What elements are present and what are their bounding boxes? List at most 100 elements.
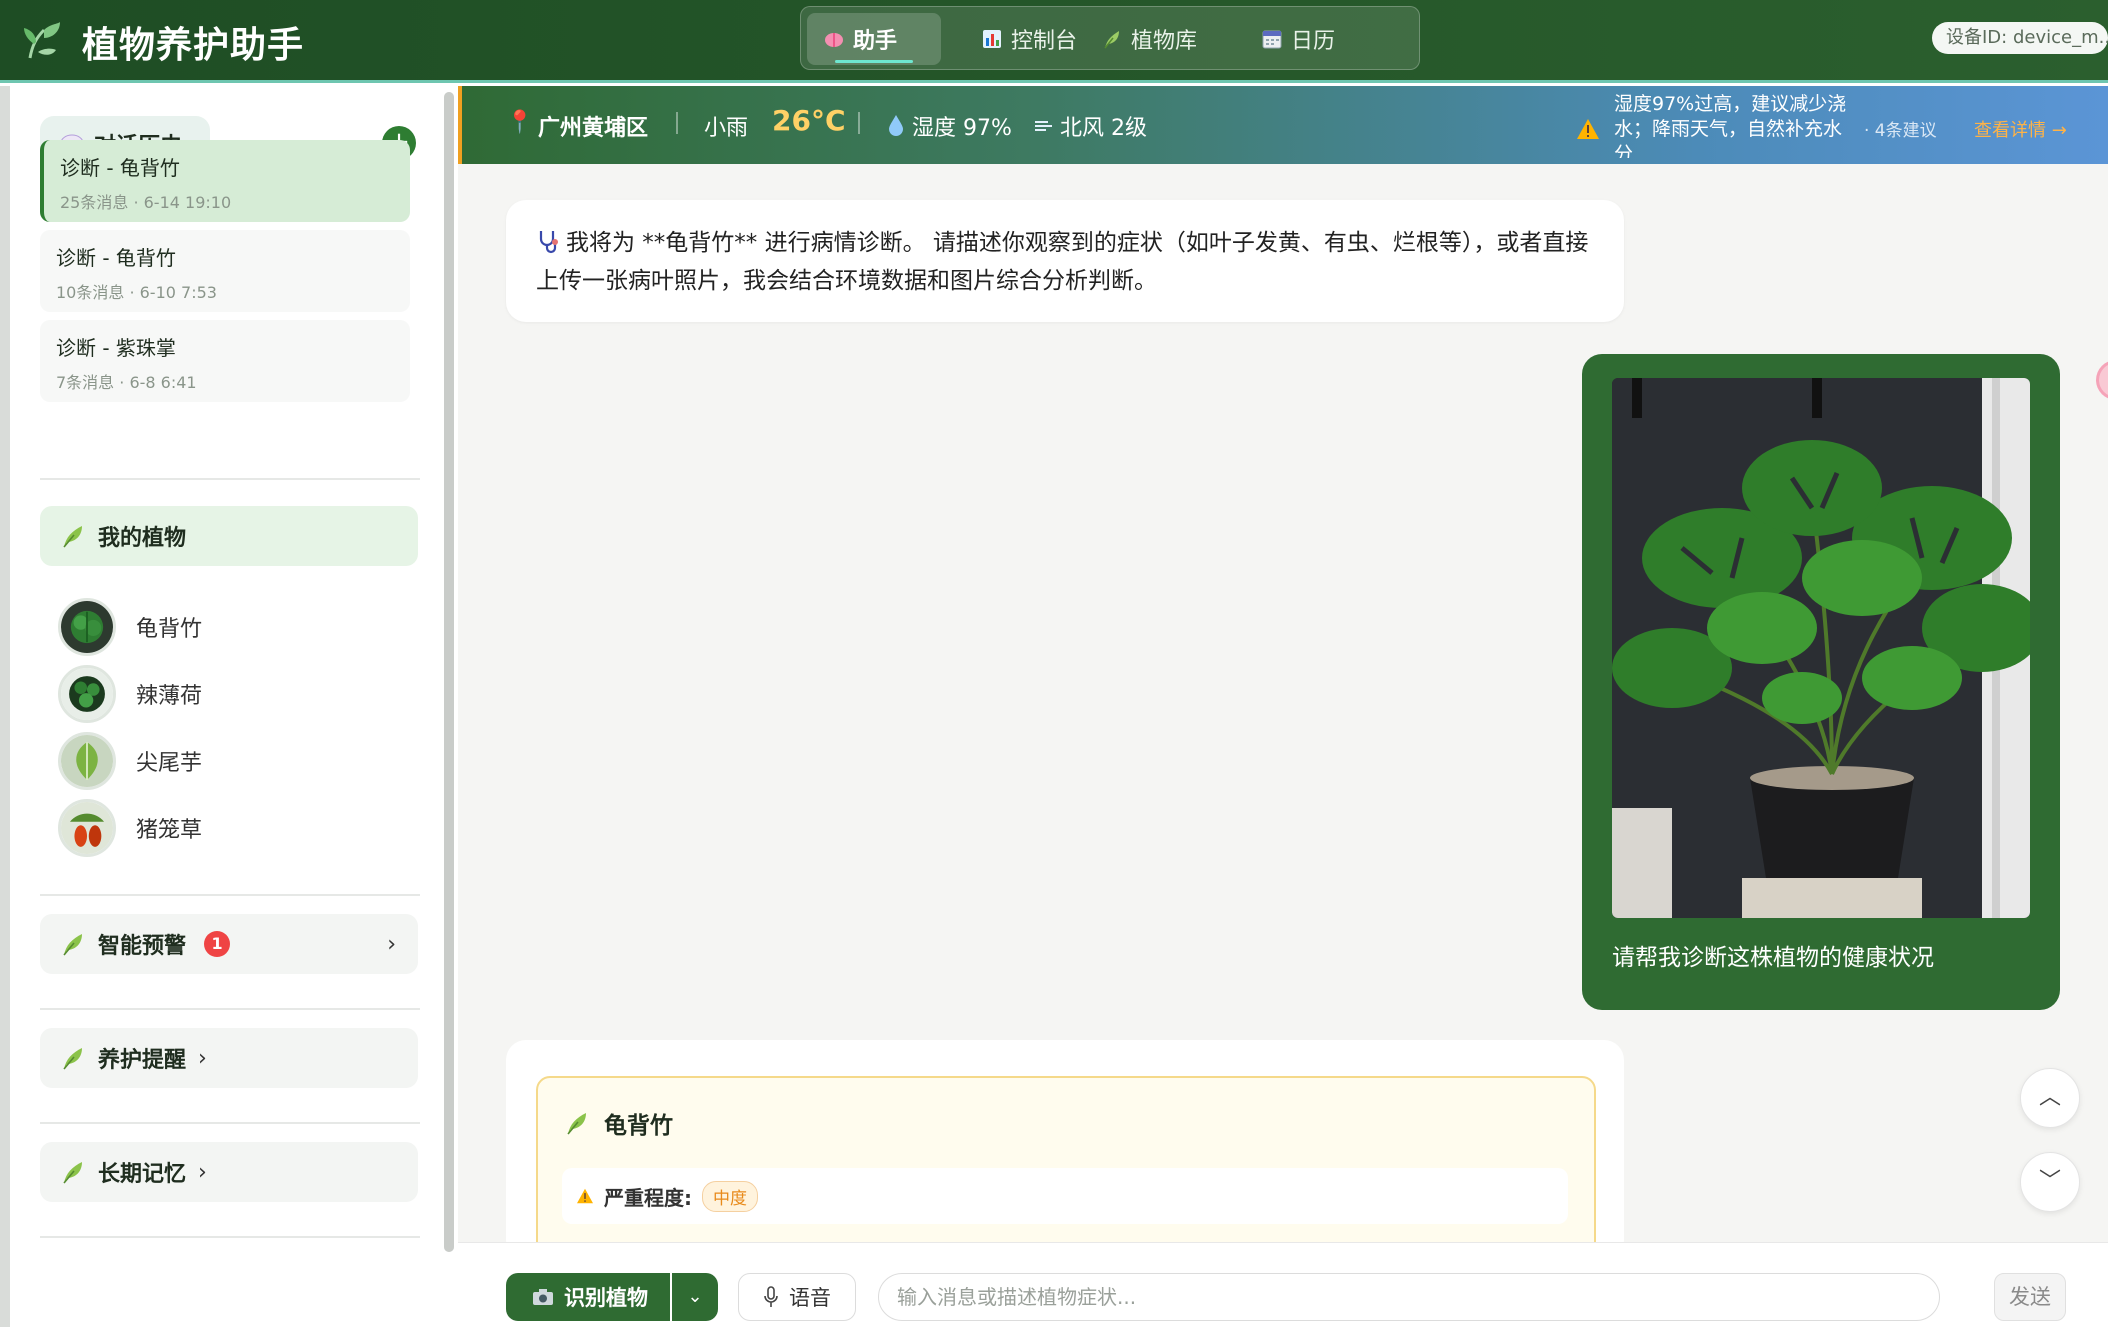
main-nav: 助手 控制台 植物库 日历 [800,6,1420,70]
leaf-icon [63,934,82,956]
severity-label: 严重程度: [604,1185,692,1210]
microphone-icon [764,1286,778,1307]
weather-location: 广州黄埔区 [538,116,649,141]
severity-row: 严重程度: 中度 [562,1168,1568,1224]
assistant-message-text: 我将为 **龟背竹** 进行病情诊断。 请描述你观察到的症状（如叶子发黄、有虫、… [536,230,1589,294]
divider [40,894,420,896]
nepenthes-avatar [58,799,116,857]
leaf-icon [567,1113,586,1135]
weather-humidity: 湿度 97% [912,116,1012,141]
divider [40,478,420,480]
history-item-meta: 7条消息 · 6-8 6:41 [56,373,197,392]
wind-icon [1035,121,1052,131]
chevron-right-icon: › [387,931,396,957]
scrollbar-thumb[interactable] [444,92,454,1252]
plant-name: 龟背竹 [136,617,203,642]
chevron-down-icon: ⌄ [687,1286,703,1307]
plant-name: 辣薄荷 [136,684,203,709]
history-item-title: 诊断 - 龟背竹 [56,246,176,270]
my-plants-header: 我的植物 [40,506,418,566]
tab-dashboard[interactable]: 控制台 [965,13,1103,65]
tab-calendar[interactable]: 日历 [1245,13,1375,65]
calendar-icon [1262,30,1282,49]
diagnosis-result: 龟背竹 严重程度: 中度 [536,1076,1596,1266]
tab-calendar-label: 日历 [1291,29,1336,54]
leaf-icon [63,1048,82,1070]
history-item-meta: 10条消息 · 6-10 7:53 [56,283,217,302]
location-pin-icon: 📍 [506,110,534,135]
plant-name: 猪笼草 [136,818,203,843]
history-item[interactable]: 诊断 - 紫珠掌 7条消息 · 6-8 6:41 [40,320,410,402]
chevron-down-icon: ﹀ [2038,1169,2061,1194]
view-details-link[interactable]: 查看详情 → [1974,116,2067,142]
chevron-up-icon: ︿ [2038,1085,2061,1110]
chevron-right-icon: › [198,1045,207,1071]
warning-icon [577,1188,593,1204]
tab-plant-library-label: 植物库 [1131,29,1198,54]
input-bar: 识别植物 ⌄ 语音 发送 [458,1242,2108,1327]
diagnosis-plant-name: 龟背竹 [604,1113,673,1139]
long-term-memory-title: 长期记忆 [98,1162,187,1187]
chat-area: 我将为 **龟背竹** 进行病情诊断。 请描述你观察到的症状（如叶子发黄、有虫、… [458,164,2108,1266]
app-title: 植物养护助手 [82,25,305,66]
tab-assistant-label: 助手 [853,29,898,54]
identify-plant-button[interactable]: 识别植物 [506,1273,670,1321]
divider [40,1008,420,1010]
history-item-meta: 25条消息 · 6-14 19:10 [60,193,232,212]
smart-alerts-section[interactable]: 智能预警 1 › [40,914,418,974]
user-message: 请帮我诊断这株植物的健康状况 [1582,354,2060,1010]
voice-button[interactable]: 语音 [738,1273,856,1321]
stethoscope-icon [539,231,558,254]
camera-icon [533,1289,553,1305]
warning-icon [1577,119,1599,139]
plant-item[interactable]: 龟背竹 [58,592,202,662]
weather-temperature: 26°C [772,104,846,137]
leaf-logo-icon [24,22,60,59]
long-term-memory-section[interactable]: 长期记忆 › [40,1142,418,1202]
plant-item[interactable]: 辣薄荷 [58,659,202,729]
diagnosis-card: 龟背竹 严重程度: 中度 [506,1040,1624,1266]
separator [676,112,678,134]
window-edge [0,86,10,1327]
assistant-message: 我将为 **龟背竹** 进行病情诊断。 请描述你观察到的症状（如叶子发黄、有虫、… [506,200,1624,322]
uploaded-plant-photo[interactable] [1612,378,2030,918]
user-message-text: 请帮我诊断这株植物的健康状况 [1612,945,1934,971]
water-drop-icon [889,115,903,136]
advice-count: · 4条建议 [1864,121,1937,141]
care-reminders-title: 养护提醒 [98,1048,187,1073]
plant-item[interactable]: 尖尾芋 [58,726,202,796]
weather-advice: 湿度97%过高，建议减少浇水；降雨天气，自然补充水分 [1614,93,1847,158]
plant-item[interactable]: 猪笼草 [58,793,202,863]
weather-condition: 小雨 [704,116,749,141]
scroll-up-button[interactable]: ︿ [2020,1068,2080,1128]
divider [40,1236,420,1238]
device-id-badge: 设备ID: device_m... [1932,22,2108,54]
plant-name: 尖尾芋 [136,751,203,776]
care-reminders-section[interactable]: 养护提醒 › [40,1028,418,1088]
tab-assistant[interactable]: 助手 [807,13,941,65]
leaf-icon [1104,31,1119,49]
app-header: 植物养护助手 助手 控制台 植物库 日历 设备ID: device_m... [0,0,2108,83]
history-item-title: 诊断 - 紫珠掌 [56,336,176,360]
scroll-down-button[interactable]: ﹀ [2020,1152,2080,1212]
alert-count-badge: 1 [204,931,231,957]
separator [858,112,860,134]
identify-options-dropdown[interactable]: ⌄ [672,1273,718,1321]
weather-bar: 📍 广州黄埔区 小雨 26°C 湿度 97% 北风 2级 湿度97%过高，建议减… [458,86,2108,164]
sidebar-scrollbar[interactable] [444,92,454,1252]
floating-assistant-icon[interactable] [2096,360,2108,400]
smart-alerts-title: 智能预警 [98,934,187,959]
message-input[interactable] [878,1273,1940,1321]
leaf-icon [63,1162,82,1184]
tab-plant-library[interactable]: 植物库 [1085,13,1239,65]
history-item[interactable]: 诊断 - 龟背竹 25条消息 · 6-14 19:10 [40,140,410,222]
monstera-avatar [58,598,116,656]
identify-plant-label: 识别植物 [564,1286,648,1310]
alocasia-avatar [58,732,116,790]
history-item[interactable]: 诊断 - 龟背竹 10条消息 · 6-10 7:53 [40,230,410,312]
leaf-icon [63,526,82,548]
brain-icon [825,33,843,47]
history-item-title: 诊断 - 龟背竹 [60,156,180,180]
diagnosis-plant: 龟背竹 [564,1106,673,1140]
send-button[interactable]: 发送 [1994,1273,2066,1321]
